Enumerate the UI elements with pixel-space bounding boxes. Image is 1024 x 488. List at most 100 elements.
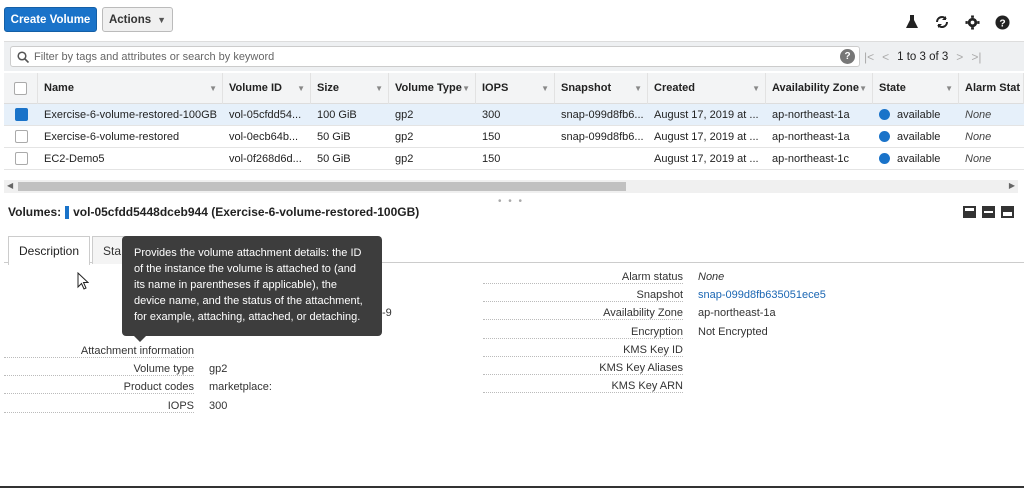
column-header[interactable]: IOPS ▼	[476, 72, 555, 104]
cell-type: gp2	[395, 130, 414, 143]
select-all-checkbox-cell[interactable]	[4, 72, 38, 104]
svg-text:?: ?	[999, 18, 1005, 29]
column-header[interactable]: Snapshot ▼	[555, 72, 648, 104]
cell-alarm: None	[965, 108, 992, 121]
detail-availability-zone: Availability Zone ap-northeast-1a	[483, 304, 776, 322]
search-placeholder: Filter by tags and attributes or search …	[34, 50, 275, 63]
row-checkbox[interactable]	[14, 108, 28, 121]
toolbar-icons: ?	[904, 14, 1010, 30]
layout-split-icon[interactable]	[982, 206, 995, 218]
select-all-checkbox[interactable]	[14, 81, 27, 95]
detail-key: IOPS	[4, 400, 194, 413]
detail-key: Alarm status	[483, 271, 683, 284]
cell-iops: 150	[482, 152, 501, 165]
scroll-right-icon[interactable]: ▶	[1009, 181, 1015, 190]
actions-button[interactable]: Actions ▼	[102, 7, 173, 32]
create-volume-button[interactable]: Create Volume	[4, 7, 97, 32]
detail-value: 300	[209, 400, 228, 412]
volumes-table: Name ▼ Volume ID ▼ Size ▼ Volume Type ▼ IOPS…	[4, 72, 1024, 170]
resize-handle-icon[interactable]: • • •	[498, 196, 524, 207]
filter-bar: Filter by tags and attributes or search …	[4, 41, 1024, 71]
horizontal-scrollbar[interactable]: ◀ ▶	[4, 180, 1018, 193]
column-header[interactable]: Volume ID ▼	[223, 72, 311, 104]
detail-volume-type: Volume type gp2	[4, 360, 227, 378]
detail-volume-title: vol-05cfdd5448dceb944 (Exercise-6-volume…	[73, 205, 420, 219]
detail-label: Volumes:	[8, 205, 62, 219]
detail-attachment: Attachment information	[4, 342, 194, 360]
cell-az: ap-northeast-1a	[772, 108, 850, 121]
cell-name: Exercise-6-volume-restored-100GB	[44, 108, 218, 121]
cell-snapshot	[555, 148, 648, 170]
cell-alarm: None	[965, 130, 992, 143]
attachment-info-tooltip: Provides the volume attachment details: …	[122, 236, 382, 342]
next-page-icon[interactable]: >	[956, 50, 963, 64]
cell-size: 50 GiB	[317, 130, 351, 143]
scrollbar-thumb[interactable]	[18, 182, 626, 191]
page-range: 1 to 3 of 3	[897, 50, 949, 63]
table-row[interactable]: Exercise-6-volume-restored vol-0ecb64b..…	[4, 126, 1024, 148]
column-header[interactable]: State ▼	[873, 72, 959, 104]
search-input[interactable]: Filter by tags and attributes or search …	[10, 46, 860, 67]
search-icon	[17, 50, 29, 63]
column-header[interactable]: Size ▼	[311, 72, 389, 104]
cell-snapshot: snap-099d8fb6...	[561, 130, 644, 143]
detail-key: Product codes	[4, 381, 194, 394]
cell-name: Exercise-6-volume-restored	[44, 130, 180, 143]
status-dot-icon	[879, 131, 890, 142]
detail-product-codes: Product codes marketplace:	[4, 378, 272, 396]
column-header[interactable]: Alarm Stat	[959, 72, 1024, 104]
table-row[interactable]: Exercise-6-volume-restored-100GB vol-05c…	[4, 104, 1024, 126]
detail-alarm-status: Alarm status None	[483, 268, 724, 286]
detail-kms-key-aliases: KMS Key Aliases	[483, 359, 683, 377]
detail-kms-key-id: KMS Key ID	[483, 341, 683, 359]
detail-key: Encryption	[483, 326, 683, 339]
table-row[interactable]: EC2-Demo5 vol-0f268d6d... 50 GiB gp2 150…	[4, 148, 1024, 170]
cell-alarm: None	[965, 152, 992, 165]
row-checkbox[interactable]	[14, 152, 28, 165]
prev-page-icon[interactable]: <	[882, 50, 889, 64]
search-help-icon[interactable]: ?	[840, 49, 855, 64]
snapshot-link[interactable]: snap-099d8fb635051ece5	[698, 289, 826, 301]
cell-az: ap-northeast-1a	[772, 130, 850, 143]
status-dot-icon	[879, 109, 890, 120]
column-header[interactable]: Created ▼	[648, 72, 766, 104]
cell-volume-id: vol-05cfdd54...	[229, 108, 302, 121]
mouse-cursor-icon	[77, 272, 89, 290]
detail-iops: IOPS 300	[4, 397, 227, 415]
cell-name: EC2-Demo5	[44, 152, 105, 165]
refresh-icon[interactable]	[934, 14, 950, 30]
pagination: |< < 1 to 3 of 3 > >|	[864, 46, 981, 67]
detail-key: Snapshot	[483, 289, 683, 302]
detail-snapshot: Snapshot snap-099d8fb635051ece5	[483, 286, 826, 304]
table-header: Name ▼ Volume ID ▼ Size ▼ Volume Type ▼ IOPS…	[4, 72, 1024, 104]
detail-accent-bar	[65, 205, 70, 219]
detail-value: Not Encrypted	[698, 326, 768, 338]
detail-key: Availability Zone	[483, 307, 683, 320]
detail-value: gp2	[209, 363, 228, 375]
cell-created: August 17, 2019 at ...	[654, 152, 759, 165]
cell-volume-id: vol-0f268d6d...	[229, 152, 302, 165]
detail-value: ap-northeast-1a	[698, 307, 776, 319]
tab-description[interactable]: Description	[8, 236, 91, 265]
cell-type: gp2	[395, 152, 414, 165]
layout-bottom-icon[interactable]	[963, 206, 976, 218]
column-header[interactable]: Name ▼	[38, 72, 223, 104]
help-icon[interactable]: ?	[994, 14, 1010, 30]
layout-full-icon[interactable]	[1001, 206, 1014, 218]
gear-icon[interactable]	[964, 14, 980, 30]
cell-state: available	[873, 148, 959, 170]
detail-encryption: Encryption Not Encrypted	[483, 323, 768, 341]
first-page-icon[interactable]: |<	[864, 50, 874, 64]
flask-icon[interactable]	[904, 14, 920, 30]
column-header[interactable]: Availability Zone ▼	[766, 72, 873, 104]
detail-value: None	[698, 271, 725, 283]
row-checkbox[interactable]	[14, 130, 28, 143]
scroll-left-icon[interactable]: ◀	[7, 181, 13, 190]
detail-key: KMS Key ID	[483, 344, 683, 357]
last-page-icon[interactable]: >|	[971, 50, 981, 64]
column-header[interactable]: Volume Type ▼	[389, 72, 476, 104]
detail-value: marketplace:	[209, 381, 272, 393]
cell-state: available	[873, 104, 959, 126]
detail-key: KMS Key Aliases	[483, 362, 683, 375]
actions-label: Actions	[108, 13, 152, 26]
